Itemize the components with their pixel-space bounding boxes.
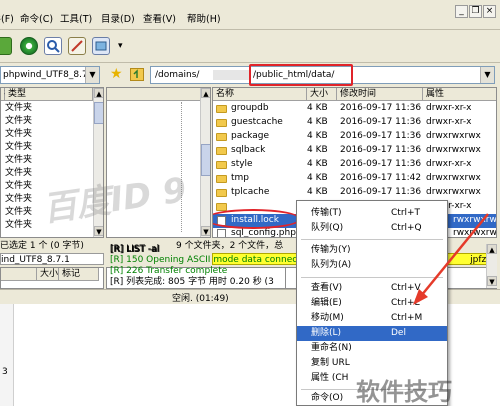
arrow-line <box>420 213 489 297</box>
watermark-site: 软件技巧 <box>356 378 452 406</box>
